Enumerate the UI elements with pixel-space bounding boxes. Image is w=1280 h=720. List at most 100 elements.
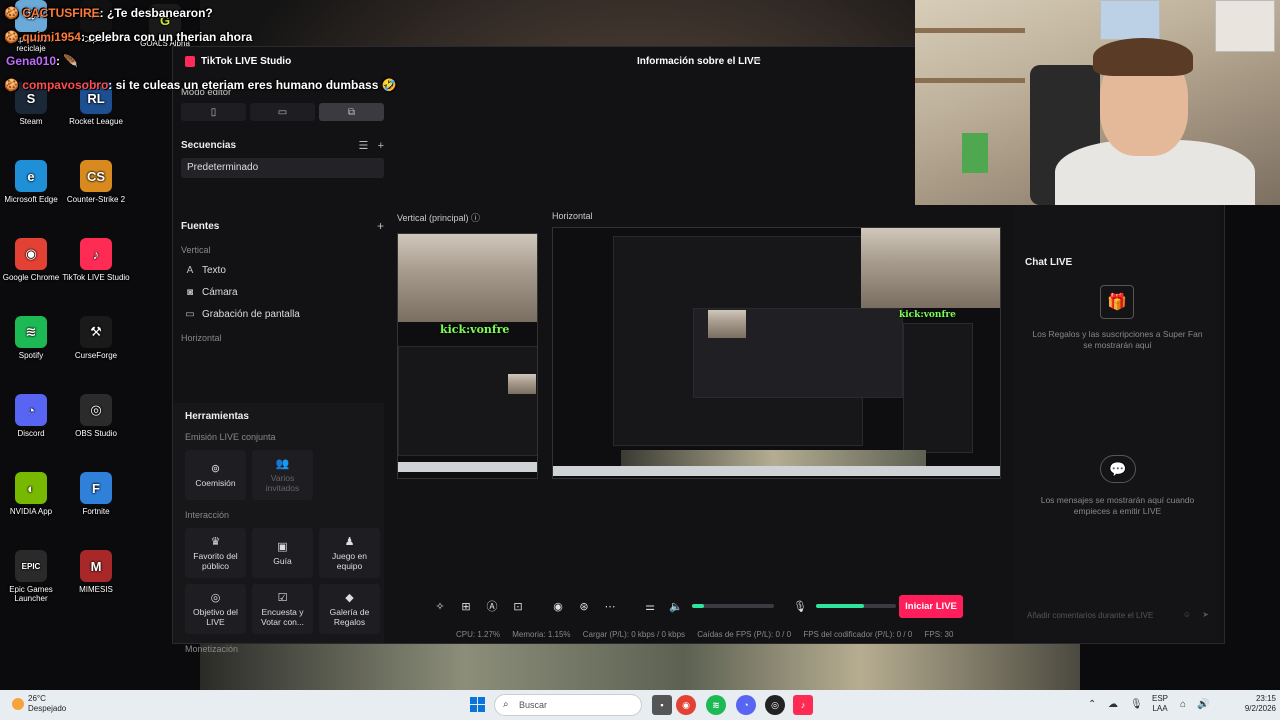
discord-icon: ◔ [15, 394, 47, 426]
overlay-chat-line: 🍪 quimi1954: celebra con un therian ahor… [4, 30, 253, 44]
record-icon[interactable]: ◉ [548, 596, 568, 616]
microphone-volume-slider[interactable] [816, 604, 896, 608]
share-icon[interactable]: ➦ [753, 55, 761, 66]
desktop-icon-label: TikTok LIVE Studio [62, 273, 130, 282]
list-icon[interactable]: ☰ [359, 140, 369, 152]
desktop-icon[interactable]: ♪ TikTok LIVE Studio [61, 238, 131, 282]
desktop-icon[interactable]: ◔ Discord [0, 394, 66, 438]
more-icon[interactable]: ⋯ [600, 596, 620, 616]
desktop-icon[interactable]: F Fortnite [61, 472, 131, 516]
desktop-icon[interactable]: CS Counter-Strike 2 [61, 160, 131, 204]
epic-games-icon: EPIC [15, 550, 47, 582]
speaker-icon[interactable]: 🔈 [666, 596, 686, 616]
dual-layout-icon: ⧉ [347, 106, 356, 118]
desktop-icon[interactable]: ◐ NVIDIA App [0, 472, 66, 516]
start-live-button[interactable]: Iniciar LIVE [899, 595, 963, 618]
sources-title: Fuentes [181, 220, 220, 232]
desktop-icon[interactable]: ⚒ CurseForge [61, 316, 131, 360]
microphone-icon[interactable]: 🎙 [790, 596, 810, 616]
overlay-chat-line: 🍪 CACTUSFIRE: ¿Te desbanearon? [4, 6, 213, 20]
shelf [915, 78, 1025, 83]
interaction-title: Interacción [185, 510, 230, 520]
chat-comment-input[interactable]: Añadir comentarios durante el LIVE ☺ ➤ [1023, 606, 1213, 626]
tool-label: Guía [273, 556, 292, 566]
tool-guide[interactable]: ▣ Guía [252, 528, 313, 578]
source-item[interactable]: A Texto [181, 259, 384, 281]
source-item[interactable]: ▭ Grabación de pantalla [181, 303, 384, 325]
source-item[interactable]: ◙ Cámara [181, 281, 384, 303]
add-sequence-icon[interactable]: + [378, 140, 384, 152]
curseforge-icon: ⚒ [80, 316, 112, 348]
gift-icon: 🎁 [1100, 285, 1134, 319]
windows-start-icon[interactable] [470, 697, 485, 712]
source-label: Grabación de pantalla [202, 308, 300, 320]
live-chat-panel: Chat LIVE 🎁 Los Regalos y las suscripcio… [1015, 205, 1220, 641]
wall-poster [1215, 0, 1275, 52]
vertical-preview-canvas[interactable]: kick:vonfre [397, 233, 538, 479]
upload-status: Cargar (P/L): 0 kbps / 0 kbps [582, 630, 686, 639]
taskbar-app-tiktok-live[interactable]: ♪ [793, 695, 813, 715]
team-game-icon: ♟ [344, 536, 355, 548]
audio-settings-icon[interactable]: ⚌ [640, 596, 660, 616]
desktop-icon[interactable]: ≋ Spotify [0, 316, 66, 360]
speaker-volume-slider[interactable] [692, 604, 774, 608]
desktop-icon[interactable]: ◉ Google Chrome [0, 238, 66, 282]
cloud-icon[interactable]: ☁ [1108, 699, 1118, 710]
tiktok-live-icon: ♪ [80, 238, 112, 270]
volume-icon[interactable]: 🔊 [1197, 699, 1209, 710]
taskbar-search[interactable]: ⌕ Buscar [494, 694, 642, 716]
tool-gift-gallery[interactable]: ◆ Galería de Regalos [319, 584, 380, 634]
desktop-icon-label: Google Chrome [2, 273, 60, 282]
tool-live-goal[interactable]: ◎ Objetivo del LIVE [185, 584, 246, 634]
network-icon[interactable]: ⌂ [1180, 699, 1186, 710]
tool-label: Coemisión [195, 478, 236, 488]
fortnite-icon: F [80, 472, 112, 504]
vertical-group-label: Vertical [181, 245, 211, 255]
weather-widget[interactable]: 26°C Despejado [12, 694, 66, 714]
cpu-status: CPU: 1.27% [456, 630, 501, 639]
app-title: TikTok LIVE Studio [201, 55, 292, 67]
add-source-icon[interactable]: + [377, 219, 384, 233]
tool-poll[interactable]: ☑ Encuesta y Votar con... [252, 584, 313, 634]
horizontal-preview-canvas[interactable]: kick:vonfre [552, 227, 1001, 479]
taskbar-app-obs[interactable]: ◎ [765, 695, 785, 715]
tool-label: Juego en equipo [332, 551, 367, 571]
info-icon[interactable]: ⓘ [471, 213, 480, 223]
live-info-title[interactable]: Información sobre el LIVE [637, 56, 760, 67]
taskbar-app-files[interactable]: ▪ [652, 695, 672, 715]
system-clock[interactable]: 23:15 9/2/2026 [1228, 694, 1276, 714]
joint-live-tools: ⊚ Coemisión 👥 Varios invitados [185, 450, 372, 500]
bottom-toolbar: ✧ ⊞ Ⓐ ⊡ ◉ ⊛ ⋯ ⚌ 🔈 🎙 [430, 592, 970, 620]
tool-multi-guest[interactable]: 👥 Varios invitados [252, 450, 313, 500]
landscape-mode-button[interactable]: ▭ [250, 103, 315, 121]
emoji-icon[interactable]: ☺ [1183, 610, 1191, 619]
desktop-icon-label: CurseForge [74, 351, 118, 360]
chrome-icon: ◉ [682, 699, 690, 710]
sequence-item-default[interactable]: Predeterminado [181, 158, 384, 178]
taskbar-app-spotify[interactable]: ≋ [706, 695, 726, 715]
taskbar-app-chrome[interactable]: ◉ [676, 695, 696, 715]
desktop-icon[interactable]: M MIMESIS [61, 550, 131, 594]
language-indicator[interactable]: ESP LAA [1152, 694, 1168, 714]
status-bar: CPU: 1.27% Memoria: 1.15% Cargar (P/L): … [456, 630, 963, 639]
nvidia-icon: ◐ [15, 472, 47, 504]
send-icon[interactable]: ➤ [1202, 610, 1209, 619]
mic-tray-icon[interactable]: 🎙 [1130, 699, 1143, 710]
scene-icon[interactable]: ⊡ [508, 596, 528, 616]
desktop-icon-label: NVIDIA App [9, 507, 53, 516]
tool-audience-favorite[interactable]: ♛ Favorito del público [185, 528, 246, 578]
dual-mode-button[interactable]: ⧉ [319, 103, 384, 121]
desktop-icon[interactable]: e Microsoft Edge [0, 160, 66, 204]
screen-add-icon[interactable]: ⊞ [456, 596, 476, 616]
effects-icon[interactable]: ✧ [430, 596, 450, 616]
portrait-mode-button[interactable]: ▯ [181, 103, 246, 121]
replay-icon[interactable]: ⊛ [574, 596, 594, 616]
chevron-up-icon[interactable]: ⌃ [1088, 699, 1096, 710]
ai-icon[interactable]: Ⓐ [482, 596, 502, 616]
desktop-icon[interactable]: EPIC Epic Games Launcher [0, 550, 66, 603]
tool-team-game[interactable]: ♟ Juego en equipo [319, 528, 380, 578]
tool-co-host[interactable]: ⊚ Coemisión [185, 450, 246, 500]
desktop-icon[interactable]: ◎ OBS Studio [61, 394, 131, 438]
file-explorer-icon: ▪ [660, 700, 664, 710]
taskbar-app-discord[interactable]: ◔ [736, 695, 756, 715]
